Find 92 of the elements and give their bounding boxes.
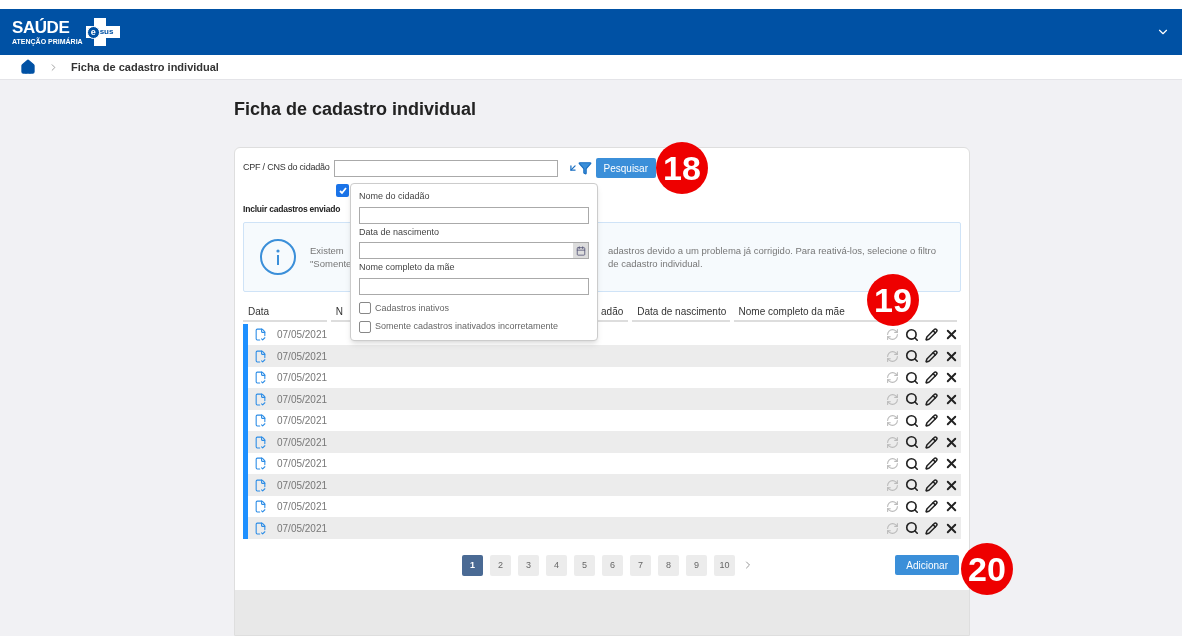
table-row[interactable]: 07/05/2021 (243, 345, 961, 367)
document-icon (254, 414, 267, 427)
document-icon (254, 371, 267, 384)
close-icon[interactable] (944, 499, 959, 514)
info-text: Existem (310, 244, 344, 256)
close-icon[interactable] (944, 413, 959, 428)
page-button[interactable]: 6 (602, 554, 623, 576)
page-button[interactable]: 9 (686, 554, 707, 576)
info-text: adastros devido a um problema já corrigido. Para reativá-los, selecione o filtro (608, 243, 936, 257)
pencil-icon[interactable] (925, 478, 938, 492)
breadcrumb-current[interactable]: Ficha de cadastro individual (71, 58, 219, 76)
page-button[interactable]: 8 (658, 554, 679, 576)
info-text: "Somente (310, 257, 352, 269)
page-button[interactable]: 3 (518, 554, 539, 576)
document-icon (254, 349, 267, 363)
page-button[interactable]: 10 (714, 554, 735, 576)
include-label: Incluir cadastros enviado (243, 203, 341, 216)
add-button[interactable]: Adicionar (895, 555, 959, 576)
document-icon (254, 478, 267, 492)
date-cell-text: 07/05/2021 (277, 414, 328, 428)
date-cell-text: 07/05/2021 (277, 392, 328, 407)
search-icon[interactable] (905, 327, 919, 342)
document-icon (254, 521, 267, 535)
date-cell-text: 07/05/2021 (277, 457, 328, 471)
field-label: CPF / CNS do cidadão (243, 161, 330, 175)
table-row[interactable]: 07/05/2021 (243, 388, 961, 410)
document-icon (254, 500, 267, 513)
info-text: de cadastro individual. (608, 256, 703, 270)
search-button[interactable]: Pesquisar (595, 158, 656, 178)
pencil-icon[interactable] (925, 414, 938, 427)
document-icon (254, 392, 267, 406)
calendar-icon[interactable] (573, 243, 588, 258)
date-cell-text: 07/05/2021 (277, 328, 328, 342)
pencil-icon[interactable] (925, 349, 938, 363)
checkbox-label: Cadastros inativos (375, 301, 450, 315)
pencil-icon[interactable] (925, 392, 938, 406)
search-icon[interactable] (905, 413, 919, 428)
search-icon[interactable] (905, 499, 919, 514)
callout-badge: 18 (656, 142, 708, 194)
search-icon[interactable] (905, 392, 919, 406)
text-input-field[interactable] (359, 277, 589, 295)
document-icon (254, 328, 267, 341)
pencil-icon[interactable] (925, 371, 938, 384)
page-button[interactable]: 7 (630, 554, 651, 576)
table-row[interactable]: 07/05/2021 (243, 474, 961, 496)
date-cell-text: 07/05/2021 (277, 478, 328, 493)
search-icon[interactable] (905, 349, 919, 363)
close-icon[interactable] (944, 456, 959, 471)
checkbox[interactable] (336, 184, 349, 197)
page-button[interactable]: 1 (462, 554, 483, 576)
pencil-icon[interactable] (925, 500, 938, 513)
page-button[interactable]: 5 (574, 554, 595, 576)
page-title: Ficha de cadastro individual (234, 98, 478, 121)
date-input-field[interactable] (359, 242, 589, 259)
text-input-field[interactable] (359, 206, 589, 224)
date-cell-text: 07/05/2021 (277, 349, 328, 364)
column-header: Data (243, 303, 327, 322)
pencil-icon[interactable] (925, 435, 938, 449)
logo-mark: e sus (85, 18, 120, 46)
close-icon[interactable] (944, 327, 959, 342)
checkbox[interactable] (359, 302, 371, 315)
search-icon[interactable] (905, 435, 919, 449)
home-icon[interactable] (20, 59, 36, 75)
date-cell-text: 07/05/2021 (277, 521, 328, 536)
close-icon[interactable] (944, 370, 959, 385)
date-cell-text: 07/05/2021 (277, 371, 328, 385)
field-label: Data de nascimento (359, 225, 441, 239)
pencil-icon[interactable] (925, 328, 938, 341)
callout-badge: 20 (961, 542, 1013, 595)
page-button[interactable]: 2 (490, 554, 511, 576)
pencil-icon[interactable] (925, 457, 938, 470)
table-row[interactable]: 07/05/2021 (243, 431, 961, 453)
search-icon[interactable] (905, 456, 919, 471)
filter-icon[interactable] (567, 161, 592, 175)
cpf-input-field[interactable] (333, 159, 558, 177)
checkbox-label: Somente cadastros inativados incorretamente (375, 320, 559, 333)
column-header: Data de nascimento (632, 303, 730, 322)
document-icon (254, 457, 267, 470)
field-label: Nome completo da mãe (359, 261, 456, 274)
date-cell-text: 07/05/2021 (277, 435, 328, 450)
search-icon[interactable] (905, 478, 919, 492)
field-label: Nome do cidadão (359, 190, 431, 203)
document-icon (254, 435, 267, 449)
search-icon[interactable] (905, 370, 919, 385)
page-button[interactable]: 4 (546, 554, 567, 576)
search-icon[interactable] (905, 521, 919, 535)
table-row[interactable]: 07/05/2021 (243, 517, 961, 539)
pencil-icon[interactable] (925, 521, 938, 535)
date-cell-text: 07/05/2021 (277, 500, 328, 514)
checkbox[interactable] (359, 320, 371, 333)
info-icon (260, 238, 296, 275)
logo-name: SAÚDE (12, 19, 71, 36)
